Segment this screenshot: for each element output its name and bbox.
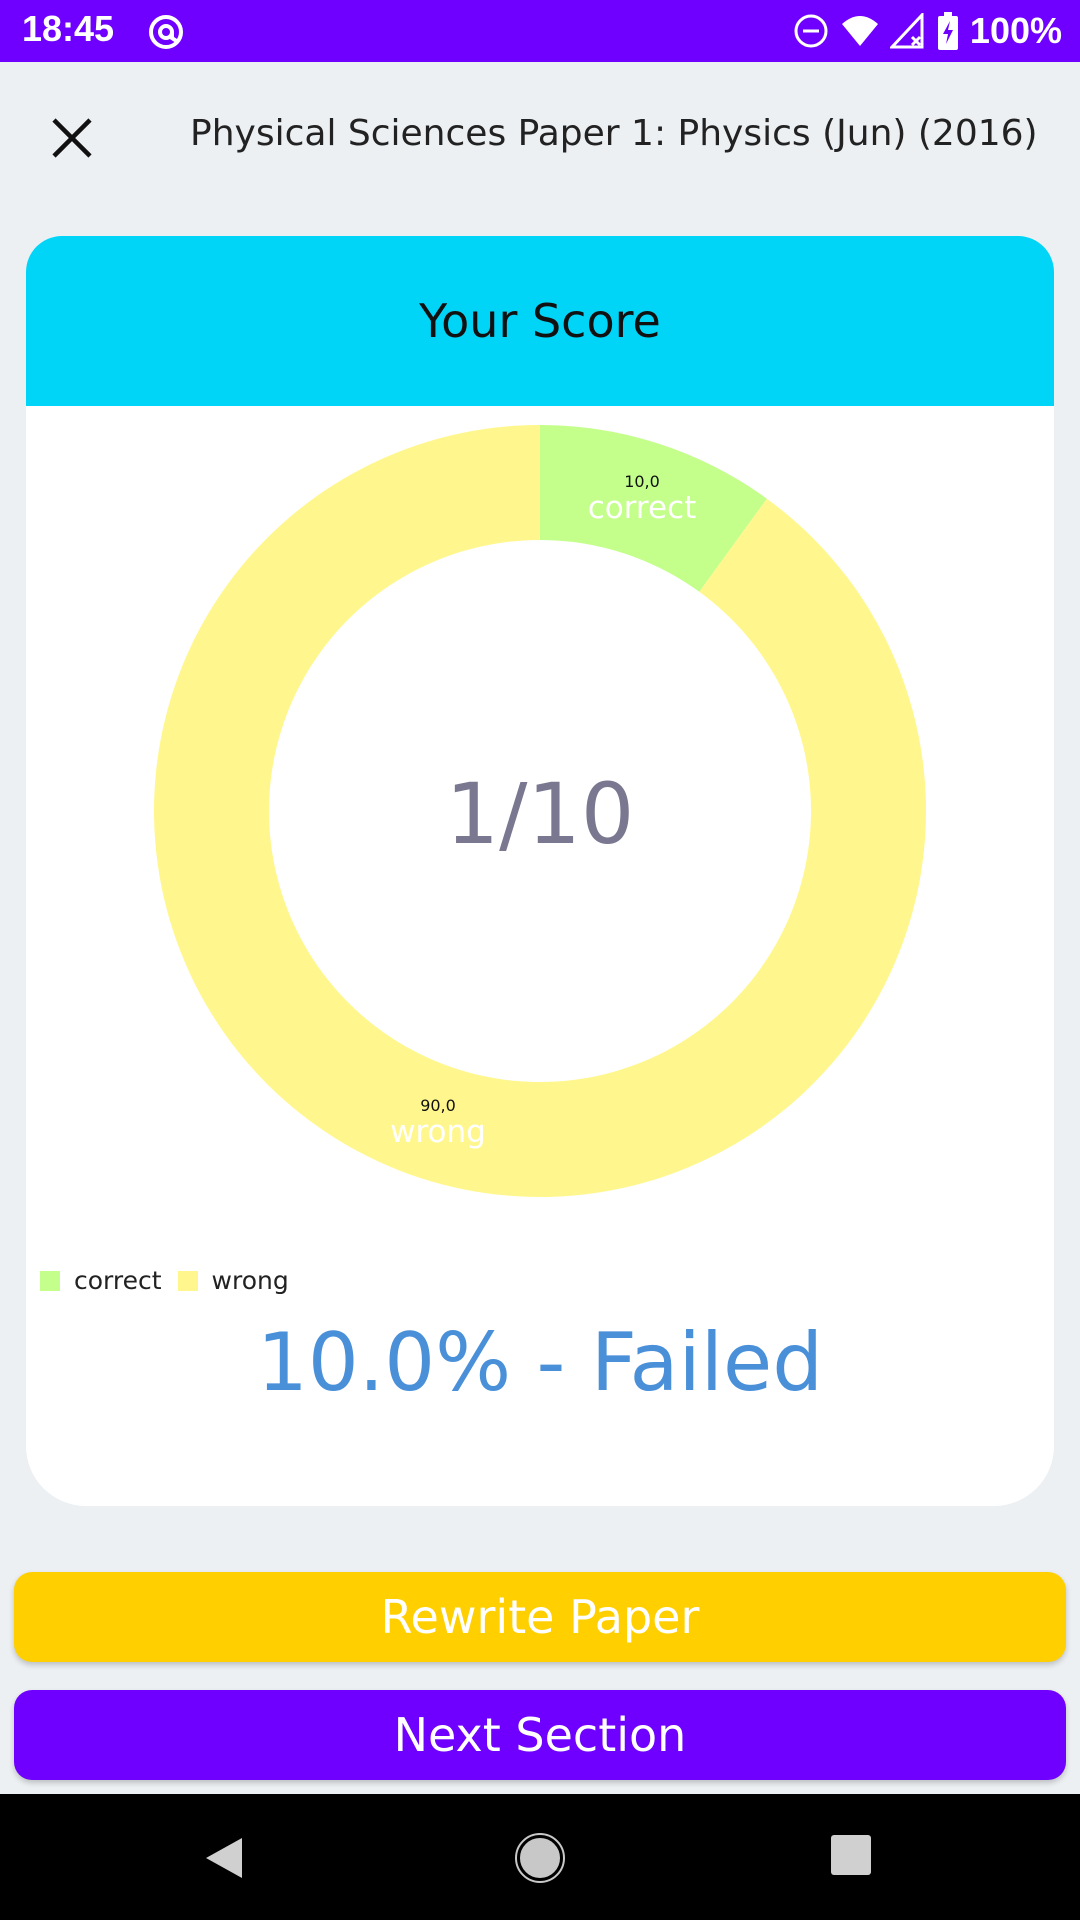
- slice-name-label-wrong: wrong: [390, 1114, 486, 1150]
- slice-value-label-correct: 10,0: [624, 472, 660, 491]
- chart-legend: correct wrong: [40, 1266, 291, 1295]
- home-icon[interactable]: [514, 1832, 566, 1884]
- wifi-icon: [841, 16, 878, 46]
- score-center-text: 1/10: [446, 765, 635, 863]
- battery-charging-icon: [937, 12, 958, 50]
- status-icons: 100%: [792, 8, 1062, 54]
- status-time: 18:45: [22, 8, 115, 49]
- app-header: Physical Sciences Paper 1: Physics (Jun)…: [0, 62, 1080, 212]
- rewrite-paper-button[interactable]: Rewrite Paper: [14, 1572, 1066, 1662]
- score-card: Your Score 10,0 correct 90,0 wrong 1/10 corr…: [26, 236, 1054, 1506]
- close-icon[interactable]: [44, 110, 100, 166]
- legend-item-correct: correct: [40, 1266, 162, 1295]
- page-title: Physical Sciences Paper 1: Physics (Jun)…: [190, 113, 1038, 154]
- score-donut-chart: 10,0correct 90,0wrong 1/10: [154, 425, 926, 1197]
- do-not-disturb-icon: [794, 14, 828, 48]
- legend-label-wrong: wrong: [211, 1266, 289, 1295]
- battery-percentage: 100%: [969, 10, 1062, 51]
- back-icon[interactable]: [200, 1834, 248, 1882]
- cell-signal-icon: [889, 13, 924, 49]
- recents-icon[interactable]: [830, 1834, 872, 1876]
- legend-item-wrong: wrong: [177, 1266, 289, 1295]
- slice-name-label-correct: correct: [588, 490, 697, 526]
- result-text: 10.0% - Failed: [256, 1316, 823, 1409]
- navigation-bar: [0, 1794, 1080, 1920]
- legend-swatch-wrong: [177, 1270, 198, 1291]
- next-section-button[interactable]: Next Section: [14, 1690, 1066, 1780]
- legend-swatch-correct: [40, 1270, 60, 1291]
- status-bar: 18:45 100%: [0, 0, 1080, 62]
- slice-value-label-wrong: 90,0: [420, 1096, 456, 1115]
- at-sign-icon: [149, 15, 183, 49]
- legend-label-correct: correct: [74, 1266, 162, 1295]
